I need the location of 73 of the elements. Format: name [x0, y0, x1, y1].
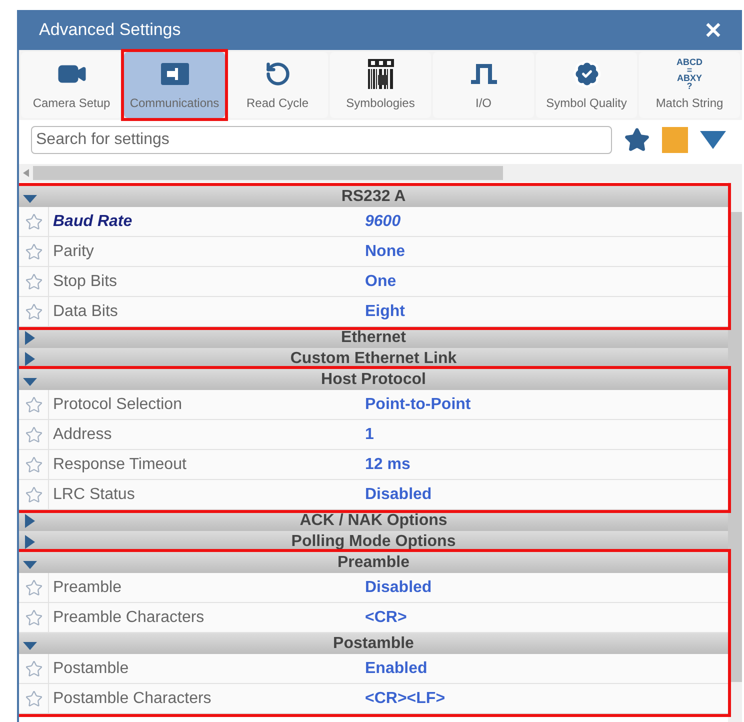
star-icon[interactable]: [24, 608, 42, 626]
search-field[interactable]: Search for settings: [31, 126, 612, 154]
favorites-star-icon[interactable]: [624, 127, 650, 153]
star-icon[interactable]: [24, 578, 42, 596]
toolbar-tab[interactable]: ABCD = ABXY ? Match String: [639, 52, 740, 118]
setting-label: Parity: [52, 242, 95, 262]
setting-row[interactable]: Preamble Characters <CR>: [19, 603, 728, 633]
toolbar-tab[interactable]: Camera Setup: [21, 52, 122, 118]
window-title: Advanced Settings: [39, 19, 181, 42]
setting-row[interactable]: Parity None: [19, 237, 728, 267]
setting-row[interactable]: Address 1: [19, 420, 728, 450]
setting-label: Postamble: [52, 658, 130, 678]
text-compare-icon: ABCD = ABXY ?: [676, 58, 702, 90]
setting-label: Stop Bits: [52, 272, 118, 292]
setting-value[interactable]: <CR><LF>: [365, 686, 446, 710]
setting-row[interactable]: Stop Bits One: [19, 267, 728, 297]
setting-label: Data Bits: [52, 302, 119, 322]
setting-value[interactable]: 9600: [365, 210, 401, 234]
setting-row[interactable]: Baud Rate 9600: [19, 207, 728, 237]
close-button[interactable]: ✕: [704, 14, 722, 46]
toolbar-tab[interactable]: Symbologies: [330, 52, 431, 118]
section-header[interactable]: Host Protocol: [19, 369, 728, 390]
setting-value[interactable]: 1: [365, 422, 374, 446]
section-header[interactable]: RS232 A: [19, 186, 728, 207]
setting-row[interactable]: Protocol Selection Point-to-Point: [19, 390, 728, 420]
setting-row[interactable]: Response Timeout 12 ms: [19, 450, 728, 480]
star-icon[interactable]: [24, 426, 42, 444]
toolbar-tab[interactable]: I/O: [433, 52, 534, 118]
dropdown-triangle-icon[interactable]: [700, 131, 726, 149]
setting-value[interactable]: Eight: [365, 300, 405, 324]
setting-label: LRC Status: [52, 484, 136, 504]
star-icon[interactable]: [24, 396, 42, 414]
setting-value[interactable]: Point-to-Point: [365, 392, 471, 416]
plug-icon: [160, 63, 188, 85]
setting-value[interactable]: One: [365, 270, 396, 294]
swatch-icon[interactable]: [662, 127, 688, 153]
setting-label: Preamble Characters: [52, 608, 206, 628]
setting-value[interactable]: None: [365, 240, 405, 264]
barcode-icon: [368, 59, 394, 89]
setting-value[interactable]: Disabled: [365, 482, 432, 506]
star-icon[interactable]: [24, 456, 42, 474]
star-icon[interactable]: [24, 690, 42, 708]
counterclockwise-arrow-icon: [264, 61, 290, 87]
star-icon[interactable]: [24, 212, 42, 230]
star-icon[interactable]: [24, 302, 42, 320]
setting-label: Preamble: [52, 578, 122, 598]
toolbar-tab[interactable]: Communications: [124, 52, 225, 118]
setting-value[interactable]: 12 ms: [365, 452, 410, 476]
setting-row[interactable]: LRC Status Disabled: [19, 480, 728, 510]
star-icon[interactable]: [24, 242, 42, 260]
star-icon[interactable]: [24, 660, 42, 678]
setting-row[interactable]: Postamble Characters <CR><LF>: [19, 684, 728, 714]
setting-row[interactable]: Preamble Disabled: [19, 573, 728, 603]
setting-row[interactable]: Data Bits Eight: [19, 297, 728, 327]
section-header[interactable]: Postamble: [19, 633, 728, 654]
setting-label: Response Timeout: [52, 454, 188, 474]
setting-label: Postamble Characters: [52, 688, 212, 708]
setting-value[interactable]: Disabled: [365, 576, 432, 600]
square-pulse-icon: [468, 62, 498, 86]
toolbar-tab[interactable]: Symbol Quality: [536, 52, 637, 118]
scroll-left-arrow-icon[interactable]: [23, 169, 29, 177]
setting-value[interactable]: <CR>: [365, 606, 407, 630]
star-icon[interactable]: [24, 272, 42, 290]
setting-row[interactable]: Postamble Enabled: [19, 654, 728, 684]
star-icon[interactable]: [24, 486, 42, 504]
setting-label: Baud Rate: [52, 212, 134, 232]
setting-value[interactable]: Enabled: [365, 656, 428, 680]
setting-label: Address: [52, 424, 113, 444]
toolbar-tab[interactable]: Read Cycle: [227, 52, 328, 118]
badge-check-icon: [572, 59, 602, 89]
setting-label: Protocol Selection: [52, 394, 183, 414]
horizontal-scrollbar[interactable]: [19, 164, 742, 182]
section-header[interactable]: Preamble: [19, 552, 728, 573]
